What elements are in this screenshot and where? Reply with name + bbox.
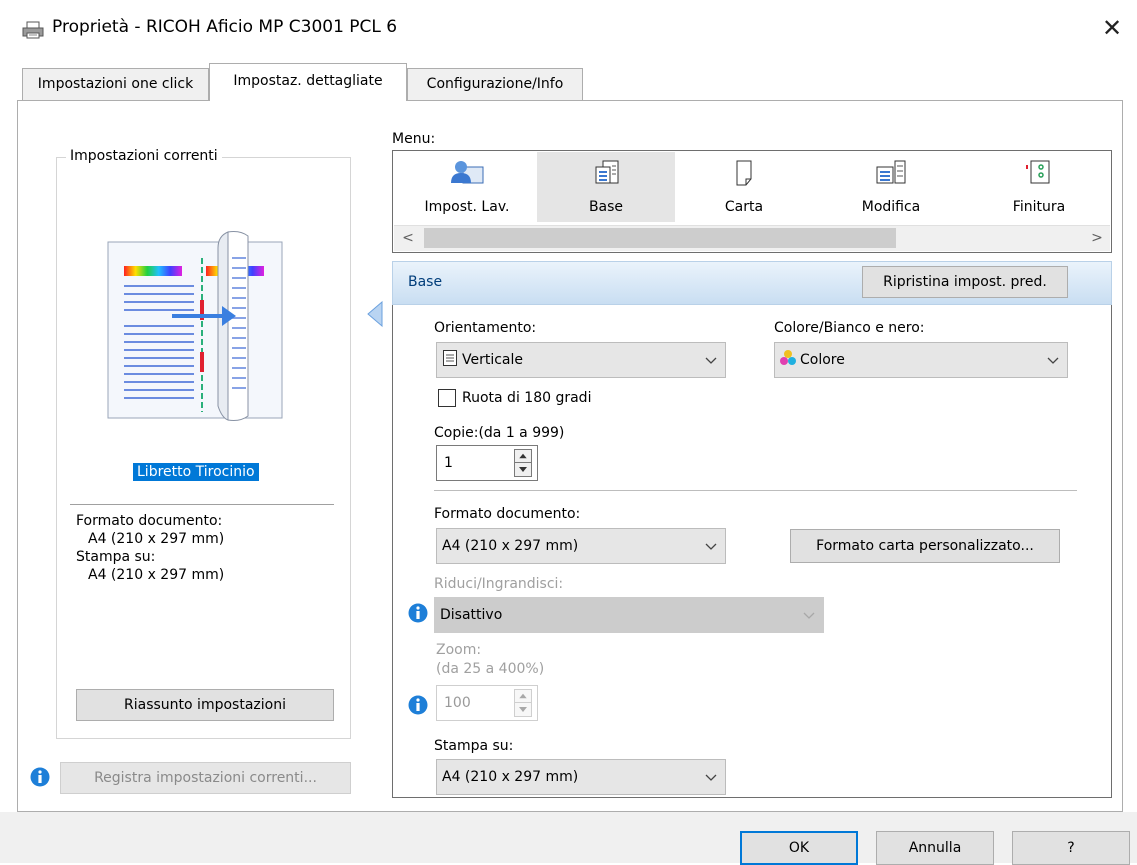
form-separator <box>434 490 1077 491</box>
doc-size-value: A4 (210 x 297 mm) <box>442 538 579 554</box>
info-icon <box>30 767 50 787</box>
left-separator <box>70 504 334 505</box>
chevron-down-icon <box>705 543 717 550</box>
tab-detailed-settings[interactable]: Impostaz. dettagliate <box>209 63 407 101</box>
preset-name[interactable]: Libretto Tirocinio <box>133 463 259 481</box>
chevron-down-icon <box>705 774 717 781</box>
close-icon[interactable]: ✕ <box>1096 12 1128 44</box>
rotate-180-checkbox[interactable] <box>438 389 456 407</box>
current-settings-legend: Impostazioni correnti <box>66 148 222 164</box>
menu-item-job-settings[interactable]: Impost. Lav. <box>398 152 536 222</box>
info-icon <box>408 695 428 715</box>
reduce-enlarge-label: Riduci/Ingrandisci: <box>434 576 564 592</box>
edit-icon <box>876 160 906 184</box>
paper-icon <box>736 160 752 186</box>
scroll-right-icon[interactable]: > <box>1086 228 1108 248</box>
collapse-arrow-icon[interactable] <box>366 300 384 328</box>
document-icon <box>595 160 619 184</box>
menu-item-label: Base <box>588 199 624 215</box>
rotate-180-label: Ruota di 180 gradi <box>462 390 592 406</box>
doc-size-summary-label: Formato documento: <box>76 513 223 529</box>
printer-icon <box>22 21 44 39</box>
custom-paper-size-button[interactable]: Formato carta personalizzato... <box>790 529 1060 563</box>
restore-defaults-button[interactable]: Ripristina impost. pred. <box>862 266 1068 298</box>
menu-scrollbar-thumb[interactable] <box>424 228 896 248</box>
menu-item-label: Impost. Lav. <box>424 199 510 215</box>
reduce-enlarge-select[interactable]: Disattivo <box>434 597 824 633</box>
color-mode-select[interactable]: Colore <box>774 342 1068 378</box>
tab-one-click[interactable]: Impostazioni one click <box>22 68 209 100</box>
portrait-page-icon <box>443 350 457 366</box>
window-title: Proprietà - RICOH Aficio MP C3001 PCL 6 <box>52 17 398 37</box>
info-icon <box>408 603 428 623</box>
cancel-button[interactable]: Annulla <box>876 831 994 865</box>
section-title: Base <box>408 274 443 290</box>
menu-item-finishing[interactable]: Finitura <box>970 152 1108 222</box>
color-dots-icon <box>780 350 796 365</box>
orientation-value: Verticale <box>462 352 524 368</box>
menu-item-paper[interactable]: Carta <box>675 152 813 222</box>
stepper-down-icon[interactable] <box>515 703 531 716</box>
color-mode-label: Colore/Bianco e nero: <box>774 320 925 336</box>
print-on-value: A4 (210 x 297 mm) <box>442 769 579 785</box>
scroll-left-icon[interactable]: < <box>396 228 420 248</box>
doc-size-label: Formato documento: <box>434 506 581 522</box>
color-mode-value: Colore <box>800 352 845 368</box>
booklet-preview-image <box>107 231 283 421</box>
tab-configuration-info[interactable]: Configurazione/Info <box>407 68 583 100</box>
job-settings-icon <box>451 161 484 184</box>
menu-item-label: Carta <box>724 199 764 215</box>
reduce-enlarge-value: Disattivo <box>440 607 503 623</box>
doc-size-select[interactable]: A4 (210 x 297 mm) <box>436 528 726 564</box>
print-on-summary-value: A4 (210 x 297 mm) <box>88 567 225 583</box>
zoom-range: (da 25 a 400%) <box>436 661 545 677</box>
menu-item-label: Finitura <box>1012 199 1066 215</box>
stepper-up-icon[interactable] <box>515 690 531 703</box>
menu-item-edit[interactable]: Modifica <box>822 152 960 222</box>
zoom-stepper[interactable] <box>514 689 532 717</box>
help-button[interactable]: ? <box>1012 831 1130 865</box>
menu-item-base[interactable]: Base <box>537 152 675 222</box>
doc-size-summary-value: A4 (210 x 297 mm) <box>88 531 225 547</box>
copies-label: Copie:(da 1 a 999) <box>434 425 565 441</box>
orientation-select[interactable]: Verticale <box>436 342 726 378</box>
finishing-icon <box>1026 160 1050 184</box>
settings-summary-button[interactable]: Riassunto impostazioni <box>76 689 334 721</box>
print-on-summary-label: Stampa su: <box>76 549 156 565</box>
print-on-label: Stampa su: <box>434 738 514 754</box>
chevron-down-icon <box>705 357 717 364</box>
ok-button[interactable]: OK <box>740 831 858 865</box>
menu-item-label: Modifica <box>861 199 921 215</box>
orientation-label: Orientamento: <box>434 320 537 336</box>
register-current-settings-button[interactable]: Registra impostazioni correnti... <box>60 762 351 794</box>
stepper-down-icon[interactable] <box>515 463 531 476</box>
copies-stepper[interactable] <box>514 449 532 477</box>
print-on-select[interactable]: A4 (210 x 297 mm) <box>436 759 726 795</box>
stepper-up-icon[interactable] <box>515 450 531 463</box>
chevron-down-icon <box>1047 357 1059 364</box>
chevron-down-icon <box>803 612 815 619</box>
menu-label: Menu: <box>392 131 436 147</box>
zoom-label: Zoom: <box>436 642 482 658</box>
